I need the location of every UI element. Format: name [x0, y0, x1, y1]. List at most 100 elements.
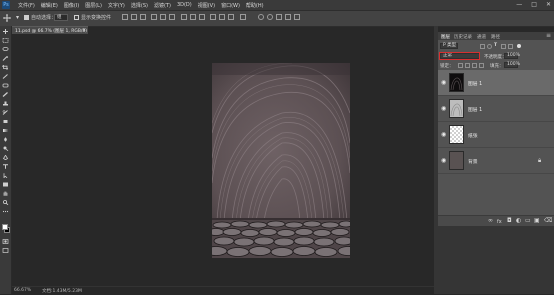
3d-slide-icon[interactable]	[285, 14, 291, 20]
tab-channels[interactable]: 通道	[477, 34, 486, 40]
history-brush-icon[interactable]	[2, 110, 9, 115]
eye-icon[interactable]: ◉	[441, 80, 446, 86]
marquee-icon[interactable]	[2, 38, 9, 43]
zoom-level[interactable]: 66.67%	[14, 288, 31, 293]
close-tab-icon[interactable]: ×	[82, 28, 86, 33]
layer-row[interactable]: ◉ 图层 1	[438, 70, 554, 96]
kind-filter-dropdown[interactable]: P 类型	[440, 43, 458, 49]
3d-scale-icon[interactable]	[294, 14, 300, 20]
type-icon[interactable]	[2, 164, 9, 169]
link-icon[interactable]: ∞	[488, 218, 493, 224]
3d-pan-icon[interactable]	[276, 14, 282, 20]
menu-3d[interactable]: 3D(D)	[177, 2, 192, 9]
move-tool-icon[interactable]	[3, 14, 11, 22]
foreground-color-swatch[interactable]	[2, 224, 8, 230]
fill-field[interactable]: 100%	[504, 62, 520, 68]
align-right-icon[interactable]	[169, 14, 175, 20]
dodge-icon[interactable]	[2, 146, 9, 151]
filter-toggle-icon[interactable]	[517, 44, 521, 48]
fx-icon[interactable]: fx	[497, 219, 502, 225]
distribute-left-icon[interactable]	[210, 14, 216, 20]
healing-brush-icon[interactable]	[2, 83, 9, 88]
opacity-field[interactable]: 100%	[504, 53, 520, 59]
lock-transparent-icon[interactable]	[458, 62, 463, 68]
menu-select[interactable]: 选择(S)	[131, 2, 148, 9]
menu-view[interactable]: 视图(V)	[198, 2, 215, 9]
filter-type-icon[interactable]: T	[494, 43, 497, 48]
maximize-button[interactable]: □	[531, 2, 537, 8]
menu-layer[interactable]: 图层(L)	[85, 2, 102, 9]
layer-row[interactable]: ◉ 图层 1	[438, 96, 554, 122]
tab-history[interactable]: 历史记录	[454, 34, 472, 40]
menu-list: 文件(F) 编辑(E) 图像(I) 图层(L) 文字(Y) 选择(S) 滤镜(T…	[18, 2, 264, 9]
menu-window[interactable]: 窗口(W)	[221, 2, 240, 9]
minimize-button[interactable]: —	[516, 2, 522, 8]
eye-icon[interactable]: ◉	[441, 158, 446, 164]
crop-icon[interactable]	[2, 65, 9, 70]
brush-icon[interactable]	[2, 92, 9, 97]
filter-adjustment-icon[interactable]	[487, 43, 492, 49]
show-transform-checkbox[interactable]	[74, 15, 79, 20]
tab-paths[interactable]: 路径	[491, 34, 500, 40]
distribute-right-icon[interactable]	[228, 14, 234, 20]
lasso-icon[interactable]	[2, 47, 9, 52]
tab-layers[interactable]: 图层	[441, 34, 450, 40]
screen-mode-icon[interactable]	[2, 248, 9, 253]
close-button[interactable]: ✕	[546, 2, 551, 8]
move-icon[interactable]	[2, 29, 9, 34]
distribute-vcenter-icon[interactable]	[190, 14, 196, 20]
folder-icon[interactable]: ▭	[525, 218, 531, 224]
lock-image-icon[interactable]	[465, 62, 470, 68]
mask-icon[interactable]: ◘	[507, 218, 512, 224]
menu-image[interactable]: 图像(I)	[64, 2, 79, 9]
menu-file[interactable]: 文件(F)	[18, 2, 35, 9]
align-top-icon[interactable]	[122, 14, 128, 20]
align-bottom-icon[interactable]	[140, 14, 146, 20]
distribute-top-icon[interactable]	[181, 14, 187, 20]
new-layer-icon[interactable]: ▣	[534, 218, 540, 224]
lock-all-icon[interactable]	[479, 62, 484, 68]
eyedropper-icon[interactable]	[2, 74, 9, 79]
status-arrow-icon[interactable]: ›	[78, 287, 80, 293]
gradient-icon[interactable]	[2, 128, 9, 133]
layer-row[interactable]: ◉ 纸张	[438, 122, 554, 148]
eye-icon[interactable]: ◉	[441, 132, 446, 138]
trash-icon[interactable]: ⌫	[544, 218, 552, 224]
menu-help[interactable]: 帮助(H)	[246, 2, 264, 9]
menu-filter[interactable]: 滤镜(T)	[154, 2, 171, 9]
pen-icon[interactable]	[2, 155, 9, 160]
align-left-icon[interactable]	[151, 14, 157, 20]
shape-icon[interactable]	[2, 182, 9, 187]
auto-select-dropdown[interactable]: 组	[54, 14, 68, 21]
filter-smart-object-icon[interactable]	[508, 43, 513, 49]
path-select-icon[interactable]	[2, 173, 9, 178]
menu-type[interactable]: 文字(Y)	[108, 2, 125, 9]
quick-select-icon[interactable]	[2, 56, 9, 61]
3d-roll-icon[interactable]	[267, 14, 273, 20]
align-hcenter-icon[interactable]	[160, 14, 166, 20]
more-tools-icon[interactable]	[2, 209, 9, 214]
eraser-icon[interactable]	[2, 119, 9, 124]
layer-row[interactable]: ◉ 背景 🔒︎	[438, 148, 554, 174]
eye-icon[interactable]: ◉	[441, 106, 446, 112]
panel-menu-icon[interactable]: ≡	[546, 32, 551, 39]
zoom-icon[interactable]	[2, 200, 9, 205]
menu-edit[interactable]: 编辑(E)	[41, 2, 58, 9]
quick-mask-icon[interactable]	[2, 239, 9, 244]
document-canvas[interactable]	[212, 63, 350, 258]
show-transform-label: 显示变换控件	[81, 15, 112, 21]
3d-orbit-icon[interactable]	[258, 14, 264, 20]
auto-align-icon[interactable]	[240, 14, 246, 20]
lock-position-icon[interactable]	[472, 62, 477, 68]
hand-icon[interactable]	[2, 191, 9, 196]
distribute-hcenter-icon[interactable]	[219, 14, 225, 20]
dropdown-arrow-icon[interactable]: ▾	[16, 15, 19, 21]
filter-shape-icon[interactable]	[501, 43, 506, 49]
adjustment-icon[interactable]: ◐	[516, 218, 521, 224]
blur-icon[interactable]	[2, 137, 9, 142]
filter-pixel-icon[interactable]	[480, 43, 485, 49]
align-vcenter-icon[interactable]	[131, 14, 137, 20]
clone-stamp-icon[interactable]	[2, 101, 9, 106]
auto-select-checkbox[interactable]	[24, 15, 29, 20]
distribute-bottom-icon[interactable]	[199, 14, 205, 20]
